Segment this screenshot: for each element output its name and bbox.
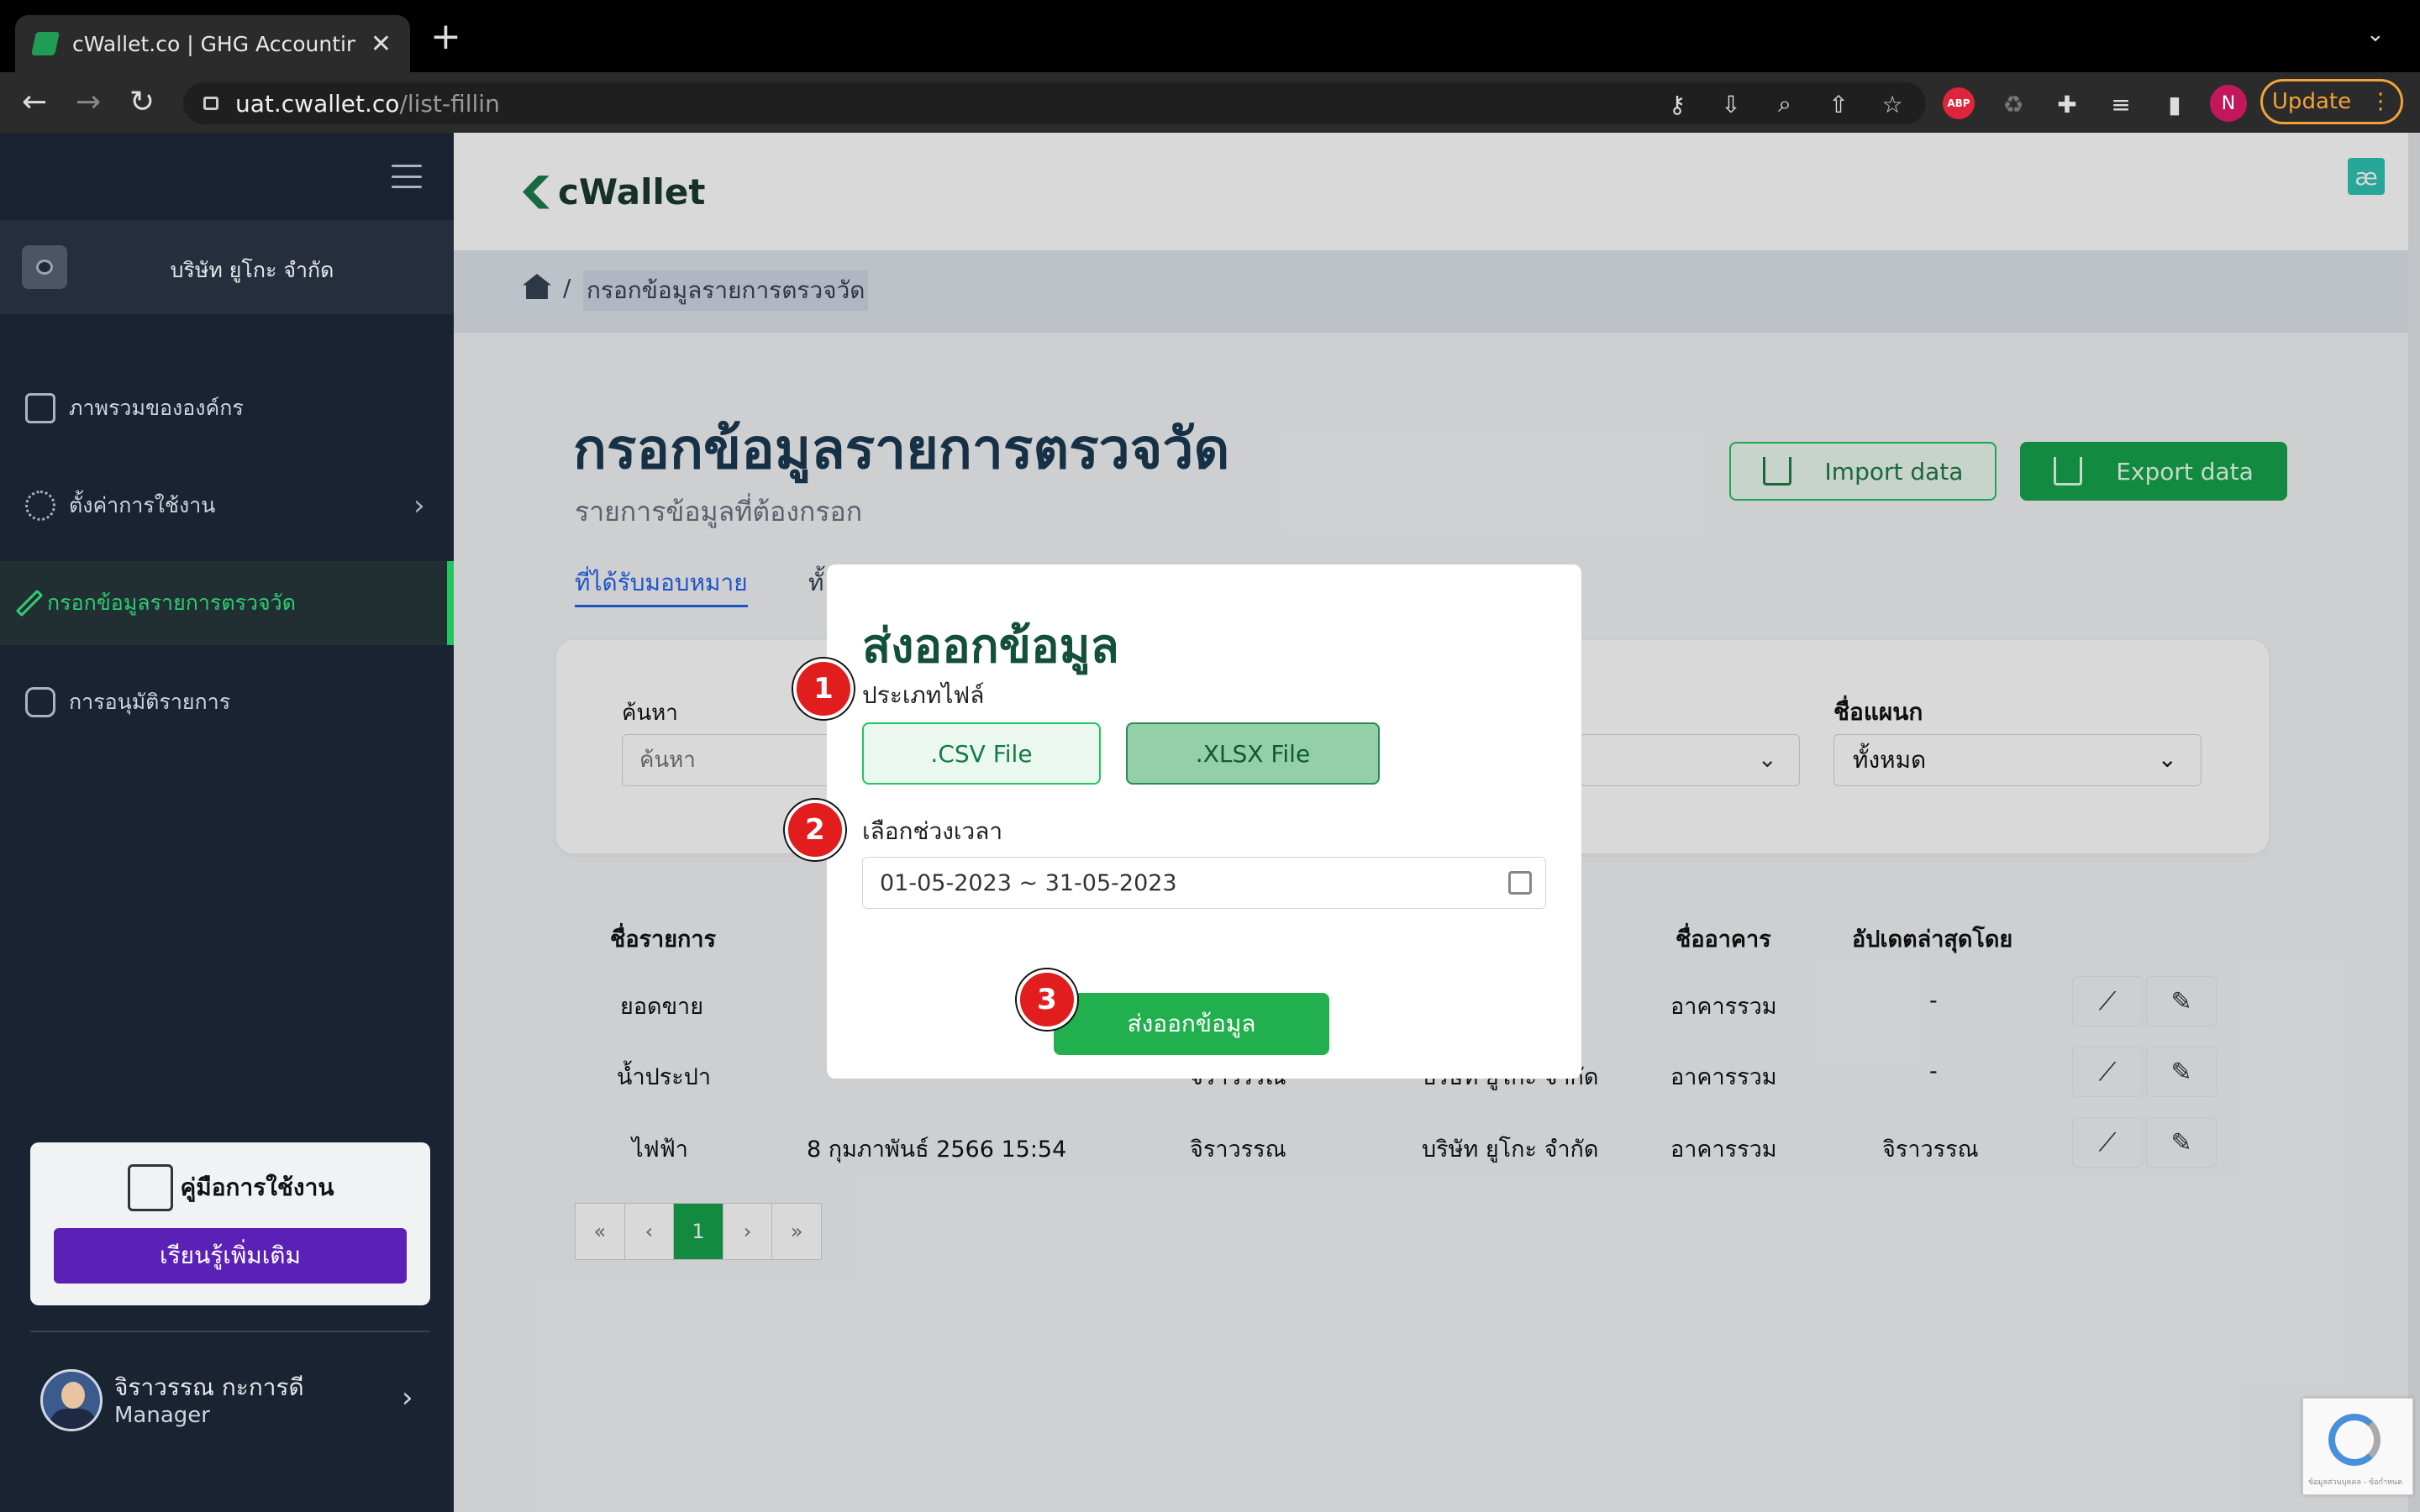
cwallet-favicon-icon — [31, 32, 60, 55]
sidebar-item-label: กรอกข้อมูลรายการตรวจวัด — [47, 591, 296, 615]
modal-title: ส่งออกข้อมูล — [862, 619, 1119, 674]
sidebar-item-approval[interactable]: การอนุมัติรายการ — [0, 660, 454, 744]
date-range-value: 01-05-2023 ~ 31-05-2023 — [880, 869, 1177, 896]
layout-icon — [25, 393, 55, 423]
new-tab-icon[interactable]: + — [430, 18, 461, 55]
xlsx-file-button[interactable]: .XLSX File — [1126, 722, 1380, 785]
manual-title: คู่มือการใช้งาน — [180, 1173, 334, 1201]
user-manual-card: คู่มือการใช้งาน เรียนรู้เพิ่มเติม — [30, 1142, 430, 1305]
sidebar-item-label: การอนุมัติรายการ — [69, 690, 231, 714]
calendar-icon[interactable] — [1508, 871, 1532, 895]
gear-icon — [25, 491, 55, 521]
zoom-icon[interactable]: ⌕ — [1768, 87, 1802, 121]
update-button[interactable]: Update ⋮ — [2260, 79, 2403, 124]
user-role: Manager — [114, 1403, 210, 1428]
learn-more-button[interactable]: เรียนรู้เพิ่มเติม — [54, 1228, 407, 1284]
install-icon[interactable]: ⇩ — [1714, 87, 1748, 121]
pencil-icon — [15, 589, 44, 617]
extensions-puzzle-icon[interactable]: ✚ — [2050, 87, 2084, 121]
approval-icon — [25, 687, 55, 717]
forward-icon[interactable]: → — [76, 82, 101, 123]
share-icon[interactable]: ⇧ — [1822, 87, 1855, 121]
browser-tab[interactable]: cWallet.co | GHG Accounting S ✕ — [15, 15, 410, 72]
url-path: /list-fillin — [399, 89, 500, 118]
url-host: uat.cwallet.co — [235, 89, 400, 118]
sidebar-divider — [30, 1331, 430, 1332]
camera-icon[interactable] — [22, 245, 67, 289]
recycle-extension-icon[interactable]: ♻ — [1996, 87, 2030, 121]
hamburger-menu-icon[interactable] — [392, 165, 422, 188]
tab-search-chevron-icon[interactable]: ⌄ — [2366, 22, 2385, 47]
more-menu-icon[interactable]: ⋮ — [2370, 89, 2391, 114]
side-panel-icon[interactable]: ▮ — [2158, 87, 2191, 121]
profile-avatar[interactable]: N — [2210, 85, 2247, 122]
avatar[interactable] — [40, 1369, 103, 1431]
key-icon[interactable]: ⚷ — [1660, 87, 1694, 121]
recaptcha-icon — [2328, 1414, 2381, 1466]
date-range-input[interactable]: 01-05-2023 ~ 31-05-2023 — [862, 857, 1546, 909]
chevron-right-icon[interactable]: › — [413, 489, 425, 522]
csv-file-button[interactable]: .CSV File — [862, 722, 1101, 785]
period-label: เลือกช่วงเวลา — [862, 817, 1003, 845]
sidebar-item-label: ภาพรวมขององค์กร — [69, 396, 244, 420]
step-marker-2: 2 — [785, 800, 845, 860]
step-marker-3: 3 — [1017, 969, 1077, 1030]
recaptcha-badge[interactable]: ข้อมูลส่วนบุคคล - ข้อกำหนด — [2302, 1398, 2413, 1495]
sidebar-item-overview[interactable]: ภาพรวมขององค์กร — [0, 366, 454, 450]
export-submit-button[interactable]: ส่งออกข้อมูล — [1054, 993, 1329, 1055]
media-queue-icon[interactable]: ≡ — [2104, 87, 2138, 121]
adblock-icon[interactable]: ABP — [1943, 87, 1975, 119]
bookmark-star-icon[interactable]: ☆ — [1876, 87, 1909, 121]
close-tab-icon[interactable]: ✕ — [371, 29, 392, 59]
update-label: Update — [2271, 89, 2352, 114]
step-marker-1: 1 — [793, 659, 854, 719]
reload-icon[interactable]: ↻ — [129, 82, 155, 123]
sidebar-item-settings[interactable]: ตั้งค่าการใช้งาน — [0, 464, 454, 548]
recaptcha-text: ข้อมูลส่วนบุคคล - ข้อกำหนด — [2308, 1478, 2402, 1487]
back-icon[interactable]: ← — [22, 82, 47, 123]
user-menu-chevron-icon[interactable]: › — [402, 1381, 413, 1415]
user-name: จิราวรรณ กะการดี — [114, 1373, 304, 1401]
file-type-label: ประเภทไฟล์ — [862, 681, 985, 709]
company-name: บริษัท ยูโกะ จำกัด — [170, 258, 334, 282]
lock-icon — [203, 97, 218, 110]
tab-title: cWallet.co | GHG Accounting S — [72, 31, 355, 56]
sidebar-item-label: ตั้งค่าการใช้งาน — [69, 493, 216, 517]
sidebar-item-fillin[interactable]: กรอกข้อมูลรายการตรวจวัด — [0, 561, 454, 645]
